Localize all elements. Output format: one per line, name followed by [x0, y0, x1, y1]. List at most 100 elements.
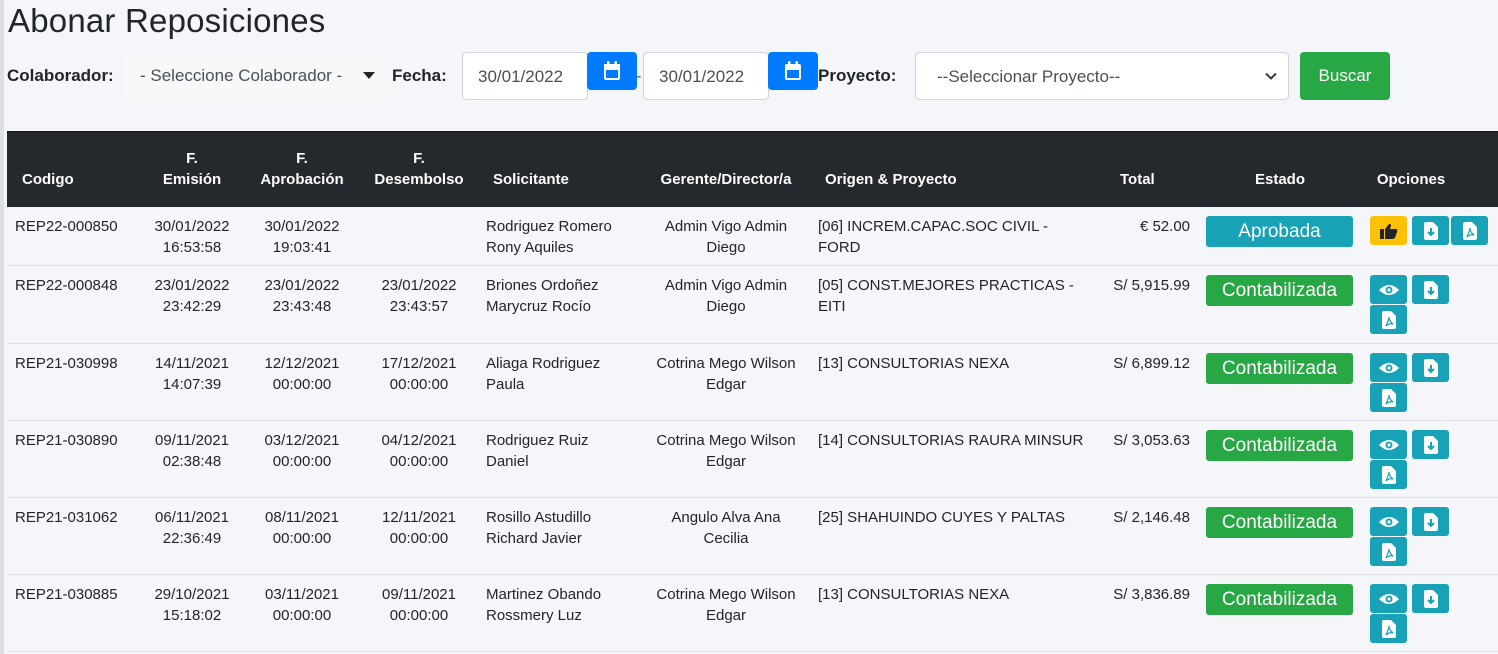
- cell-origen-line2: EITI: [818, 298, 846, 315]
- cell-origen: [05] CONST.MEJORES PRACTICAS - EITI: [818, 275, 1074, 317]
- cell-aprobacion-hora: 00:00:00: [272, 530, 332, 547]
- download-icon: [1423, 435, 1438, 454]
- cell-desembolso-hora: 00:00:00: [389, 607, 449, 624]
- cell-total: S/ 6,899.12: [1113, 355, 1190, 372]
- date-to-input[interactable]: 30/01/2022: [643, 52, 769, 100]
- pdf-button[interactable]: [1451, 216, 1488, 245]
- header-f-aprobacion-line1: F.: [296, 150, 308, 167]
- header-f-aprobacion-line2: Aprobación: [260, 171, 344, 188]
- cell-solicitante: Martinez Obando Rossmery Luz: [486, 584, 601, 626]
- colaborador-select-value: - Seleccione Colaborador -: [140, 66, 343, 85]
- cell-aprobacion: 12/12/2021 00:00:00: [252, 353, 352, 395]
- proyecto-select-value: --Seleccionar Proyecto--: [937, 67, 1121, 86]
- download-button[interactable]: [1412, 275, 1449, 304]
- cell-desembolso: 04/12/2021 00:00:00: [369, 430, 469, 472]
- colaborador-select[interactable]: - Seleccione Colaborador -: [123, 52, 391, 100]
- cell-codigo: REP21-030885: [15, 586, 118, 603]
- date-from-calendar-button[interactable]: [587, 52, 637, 90]
- cell-desembolso-hora: 00:00:00: [389, 376, 449, 393]
- cell-aprobacion-hora: 00:00:00: [272, 607, 332, 624]
- cell-emision-fecha: 23/01/2022: [154, 277, 230, 294]
- pdf-button[interactable]: [1370, 537, 1407, 566]
- cell-aprobacion: 03/11/2021 00:00:00: [252, 584, 352, 626]
- cell-aprobacion: 23/01/2022 23:43:48: [252, 275, 352, 317]
- cell-aprobacion-fecha: 03/12/2021: [264, 432, 340, 449]
- download-button[interactable]: [1412, 353, 1449, 382]
- view-button[interactable]: [1370, 430, 1407, 459]
- pdf-button[interactable]: [1370, 614, 1407, 643]
- download-button[interactable]: [1412, 216, 1449, 245]
- calendar-icon: [785, 61, 801, 80]
- filter-bar: Colaborador: - Seleccione Colaborador - …: [0, 52, 1498, 100]
- cell-emision-fecha: 30/01/2022: [154, 218, 230, 235]
- pdf-icon: [1381, 465, 1396, 484]
- cell-emision-hora: 14:07:39: [162, 376, 222, 393]
- status-badge: Contabilizada: [1206, 584, 1353, 615]
- cell-origen: [13] CONSULTORIAS NEXA: [818, 353, 1009, 374]
- cell-solicitante-line2: Richard Javier: [486, 530, 582, 547]
- calendar-icon: [604, 61, 620, 80]
- eye-icon: [1378, 439, 1399, 450]
- cell-emision: 23/01/2022 23:42:29: [142, 275, 242, 317]
- cell-gerente-line2: Edgar: [705, 376, 747, 393]
- cell-aprobacion: 30/01/2022 19:03:41: [252, 216, 352, 258]
- header-f-desembolso-line2: Desembolso: [374, 171, 464, 188]
- cell-solicitante: Aliaga Rodriguez Paula: [486, 353, 600, 395]
- header-f-emision-line2: Emisión: [162, 171, 222, 188]
- download-button[interactable]: [1412, 584, 1449, 613]
- date-to-calendar-button[interactable]: [768, 52, 818, 90]
- cell-gerente-line1: Admin Vigo Admin: [664, 218, 788, 235]
- cell-codigo: REP21-031062: [15, 509, 118, 526]
- status-badge: Contabilizada: [1206, 430, 1353, 461]
- proyecto-select[interactable]: --Seleccionar Proyecto--: [915, 52, 1289, 100]
- search-button[interactable]: Buscar: [1300, 52, 1390, 100]
- header-f-emision-line1: F.: [186, 150, 198, 167]
- cell-gerente-line2: Cecilia: [703, 530, 749, 547]
- pdf-icon: [1381, 542, 1396, 561]
- pdf-icon: [1381, 388, 1396, 407]
- table-header: Codigo F. Emisión F. Aprobación F. Desem…: [7, 131, 1498, 207]
- cell-emision: 06/11/2021 22:36:49: [142, 507, 242, 549]
- fecha-label: Fecha:: [392, 66, 447, 85]
- cell-emision-fecha: 09/11/2021: [155, 432, 229, 449]
- cell-gerente-line1: Cotrina Mego Wilson: [656, 432, 796, 449]
- cell-solicitante-line1: Martinez Obando: [486, 586, 602, 603]
- view-button[interactable]: [1370, 584, 1407, 613]
- pdf-button[interactable]: [1370, 460, 1407, 489]
- date-separator: -: [636, 68, 642, 85]
- view-button[interactable]: [1370, 353, 1407, 382]
- caret-down-icon: [363, 72, 375, 79]
- approve-button[interactable]: [1370, 216, 1407, 245]
- pdf-button[interactable]: [1370, 383, 1407, 412]
- cell-gerente: Angulo Alva Ana Cecilia: [647, 507, 805, 549]
- date-from-input[interactable]: 30/01/2022: [462, 52, 588, 100]
- cell-aprobacion: 03/12/2021 00:00:00: [252, 430, 352, 472]
- cell-origen-line1: [05] CONST.MEJORES PRACTICAS -: [818, 277, 1074, 294]
- eye-icon: [1378, 362, 1399, 373]
- download-button[interactable]: [1412, 507, 1449, 536]
- download-button[interactable]: [1412, 430, 1449, 459]
- cell-desembolso: 17/12/2021 00:00:00: [369, 353, 469, 395]
- cell-codigo: REP21-030890: [15, 432, 118, 449]
- table-row: REP22-000848 23/01/2022 23:42:29 23/01/2…: [7, 266, 1498, 344]
- cell-gerente: Cotrina Mego Wilson Edgar: [647, 430, 805, 472]
- cell-desembolso-hora: 23:43:57: [389, 298, 449, 315]
- header-opciones: Opciones: [1376, 171, 1446, 188]
- cell-origen: [25] SHAHUINDO CUYES Y PALTAS: [818, 507, 1065, 528]
- cell-gerente-line1: Cotrina Mego Wilson: [656, 586, 796, 603]
- cell-origen-line2: FORD: [818, 239, 861, 256]
- cell-aprobacion-hora: 00:00:00: [272, 376, 332, 393]
- cell-solicitante-line2: Rony Aquiles: [486, 239, 574, 256]
- view-button[interactable]: [1370, 507, 1407, 536]
- download-icon: [1423, 221, 1438, 240]
- pdf-button[interactable]: [1370, 305, 1407, 334]
- view-button[interactable]: [1370, 275, 1407, 304]
- cell-gerente-line2: Diego: [706, 239, 746, 256]
- reposiciones-table: Codigo F. Emisión F. Aprobación F. Desem…: [7, 131, 1498, 652]
- eye-icon: [1378, 284, 1399, 295]
- cell-desembolso-fecha: 12/11/2021: [382, 509, 456, 526]
- cell-origen: [13] CONSULTORIAS NEXA: [818, 584, 1009, 605]
- cell-aprobacion: 08/11/2021 00:00:00: [252, 507, 352, 549]
- cell-emision-hora: 02:38:48: [162, 453, 222, 470]
- cell-solicitante-line1: Aliaga Rodriguez: [486, 355, 601, 372]
